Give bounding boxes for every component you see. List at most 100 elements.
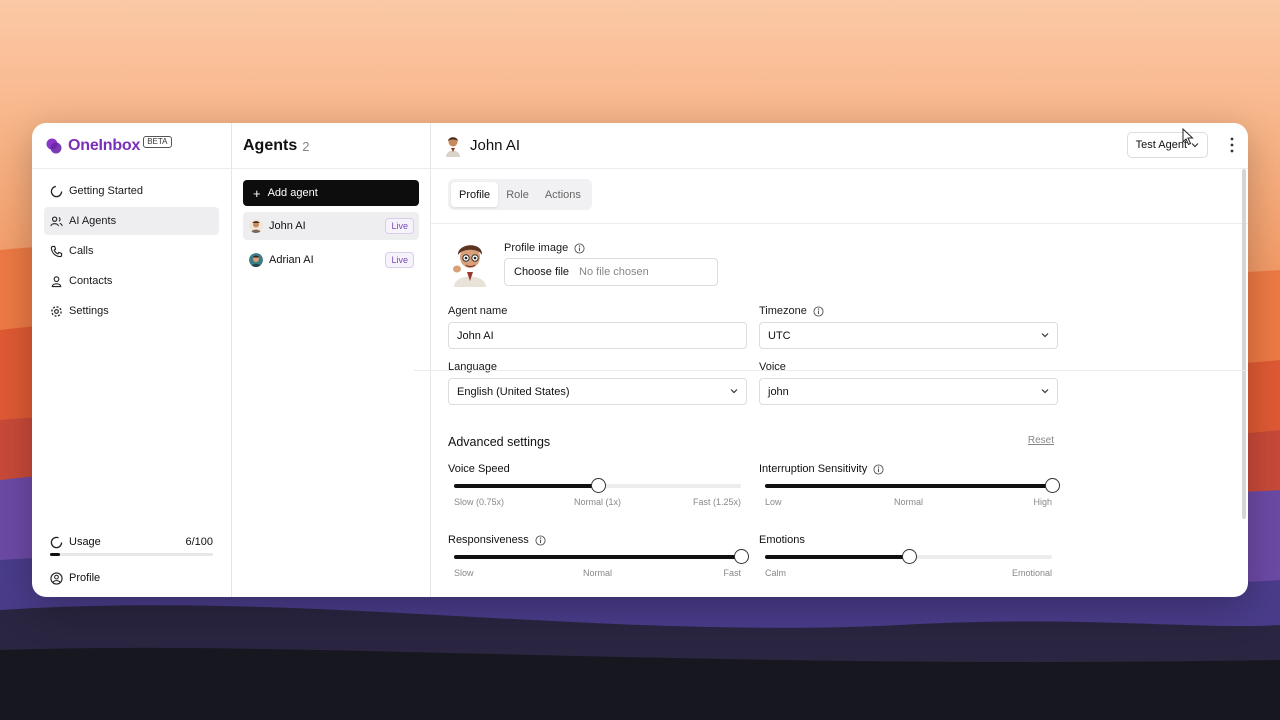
john-avatar-icon xyxy=(249,219,263,233)
tabs-bar: Profile Role Actions xyxy=(431,169,1248,224)
usage-ring-icon xyxy=(50,536,63,548)
page-title: John AI xyxy=(470,137,521,154)
profile-image-section: Profile image Choose file No file chosen xyxy=(448,224,1231,304)
profile-form: Profile image Choose file No file chosen… xyxy=(431,224,1248,416)
tick-label: Slow (0.75x) xyxy=(454,497,505,507)
usage-progress-bar xyxy=(50,553,213,556)
plus-icon: + xyxy=(253,185,261,201)
slider-ticks: Slow Normal Fast xyxy=(454,568,741,578)
app-window: OneInbox BETA Getting Started AI Agents … xyxy=(32,123,1248,597)
chevron-down-icon xyxy=(1041,389,1049,394)
slider-label-text: Responsiveness xyxy=(448,534,529,546)
voice-speed-slider: Voice Speed Slow (0.75x) Normal (1x) Fas… xyxy=(448,462,747,507)
profile-image-label-text: Profile image xyxy=(504,242,569,254)
sidebar-item-label: Calls xyxy=(69,245,94,257)
timezone-field: Timezone UTC xyxy=(759,304,1058,349)
slider-label-text: Emotions xyxy=(759,534,805,546)
slider-track[interactable] xyxy=(454,478,741,493)
sidebar-item-profile[interactable]: Profile xyxy=(44,568,213,588)
sidebar-item-calls[interactable]: Calls xyxy=(44,237,219,265)
sidebar-item-settings[interactable]: Settings xyxy=(44,297,219,325)
profile-label: Profile xyxy=(69,572,101,584)
tick-label: Normal xyxy=(893,497,924,507)
slider-label: Emotions xyxy=(759,533,1058,547)
agent-name-input[interactable]: John AI xyxy=(448,322,747,349)
sidebar-item-label: Contacts xyxy=(69,275,113,287)
test-agent-button[interactable]: Test Agent xyxy=(1126,132,1208,158)
tab-role[interactable]: Role xyxy=(498,182,537,207)
slider-thumb[interactable] xyxy=(734,549,749,564)
interruption-sensitivity-slider: Interruption Sensitivity Low Normal High xyxy=(759,462,1060,507)
sidebar-item-label: AI Agents xyxy=(69,215,117,227)
tick-label: Normal (1x) xyxy=(573,497,622,507)
timezone-value: UTC xyxy=(768,329,791,342)
voice-field: Voice john xyxy=(759,360,1058,405)
agents-list: + Add agent John AI Live Adrian AI Live xyxy=(232,169,430,274)
live-badge: Live xyxy=(385,252,414,268)
gear-icon xyxy=(51,305,62,317)
user-icon xyxy=(51,275,62,287)
choose-file-button[interactable]: Choose file xyxy=(505,266,577,278)
agent-item-adrian-ai[interactable]: Adrian AI Live xyxy=(243,246,419,274)
slider-thumb[interactable] xyxy=(1045,478,1060,493)
slider-track[interactable] xyxy=(765,478,1060,493)
sidebar-item-contacts[interactable]: Contacts xyxy=(44,267,219,295)
tick-label: Fast xyxy=(723,568,741,578)
more-options-icon[interactable] xyxy=(1230,137,1234,153)
tick-label: Low xyxy=(765,497,782,507)
usage-count: 6/100 xyxy=(185,536,213,548)
loader-icon xyxy=(50,185,63,197)
voice-value: john xyxy=(768,385,789,398)
add-agent-button[interactable]: + Add agent xyxy=(243,180,419,206)
agents-count: 2 xyxy=(302,139,310,154)
slider-track[interactable] xyxy=(454,549,749,564)
slider-ticks: Slow (0.75x) Normal (1x) Fast (1.25x) xyxy=(454,497,741,507)
add-agent-label: Add agent xyxy=(267,187,318,199)
agent-profile-avatar xyxy=(453,245,486,287)
slider-label: Voice Speed xyxy=(448,462,747,476)
info-icon[interactable] xyxy=(535,534,546,546)
profile-circle-icon xyxy=(50,571,63,585)
phone-icon xyxy=(50,245,63,257)
sidebar-item-label: Getting Started xyxy=(69,185,143,197)
tick-label: Fast (1.25x) xyxy=(692,497,741,507)
mouse-cursor-icon xyxy=(1182,128,1194,146)
agent-name-label: Agent name xyxy=(448,305,508,317)
slider-thumb[interactable] xyxy=(901,549,917,564)
tab-profile[interactable]: Profile xyxy=(451,182,499,207)
basic-fields: Agent name John AI Timezone UTC Language xyxy=(448,304,1231,416)
sidebar-item-getting-started[interactable]: Getting Started xyxy=(44,177,219,205)
slider-track[interactable] xyxy=(765,549,1052,564)
timezone-select[interactable]: UTC xyxy=(759,322,1058,349)
tabs: Profile Role Actions xyxy=(448,179,592,210)
sidebar-bottom: Usage 6/100 Profile xyxy=(44,533,213,588)
tick-label: Slow xyxy=(454,568,474,578)
tab-actions[interactable]: Actions xyxy=(537,182,589,207)
sidebar-item-ai-agents[interactable]: AI Agents xyxy=(44,207,219,235)
john-avatar-icon xyxy=(446,136,460,157)
section-divider xyxy=(414,370,1248,371)
slider-thumb[interactable] xyxy=(590,478,606,493)
info-icon[interactable] xyxy=(813,305,824,317)
brand: OneInbox BETA xyxy=(32,123,231,169)
sidebar: OneInbox BETA Getting Started AI Agents … xyxy=(32,123,232,597)
info-icon[interactable] xyxy=(873,463,884,475)
language-field: Language English (United States) xyxy=(448,360,747,405)
agent-name: John AI xyxy=(269,220,306,232)
agents-title: Agents xyxy=(243,136,298,154)
profile-image-label: Profile image xyxy=(504,242,585,254)
tick-label: Normal xyxy=(582,568,613,578)
chevron-down-icon xyxy=(730,389,738,394)
voice-select[interactable]: john xyxy=(759,378,1058,405)
usage[interactable]: Usage 6/100 xyxy=(44,533,213,551)
info-icon[interactable] xyxy=(574,242,585,254)
adrian-avatar-icon xyxy=(249,253,263,267)
language-select[interactable]: English (United States) xyxy=(448,378,747,405)
test-agent-label: Test Agent xyxy=(1135,139,1187,151)
slider-label: Interruption Sensitivity xyxy=(759,462,1058,476)
reset-link[interactable]: Reset xyxy=(1028,435,1054,446)
profile-image-file-input[interactable]: Choose file No file chosen xyxy=(504,258,718,286)
advanced-settings: Advanced settings Reset Voice Speed Slow… xyxy=(448,435,1060,578)
agent-item-john-ai[interactable]: John AI Live xyxy=(243,212,419,240)
tick-label: Emotional xyxy=(1011,568,1052,578)
